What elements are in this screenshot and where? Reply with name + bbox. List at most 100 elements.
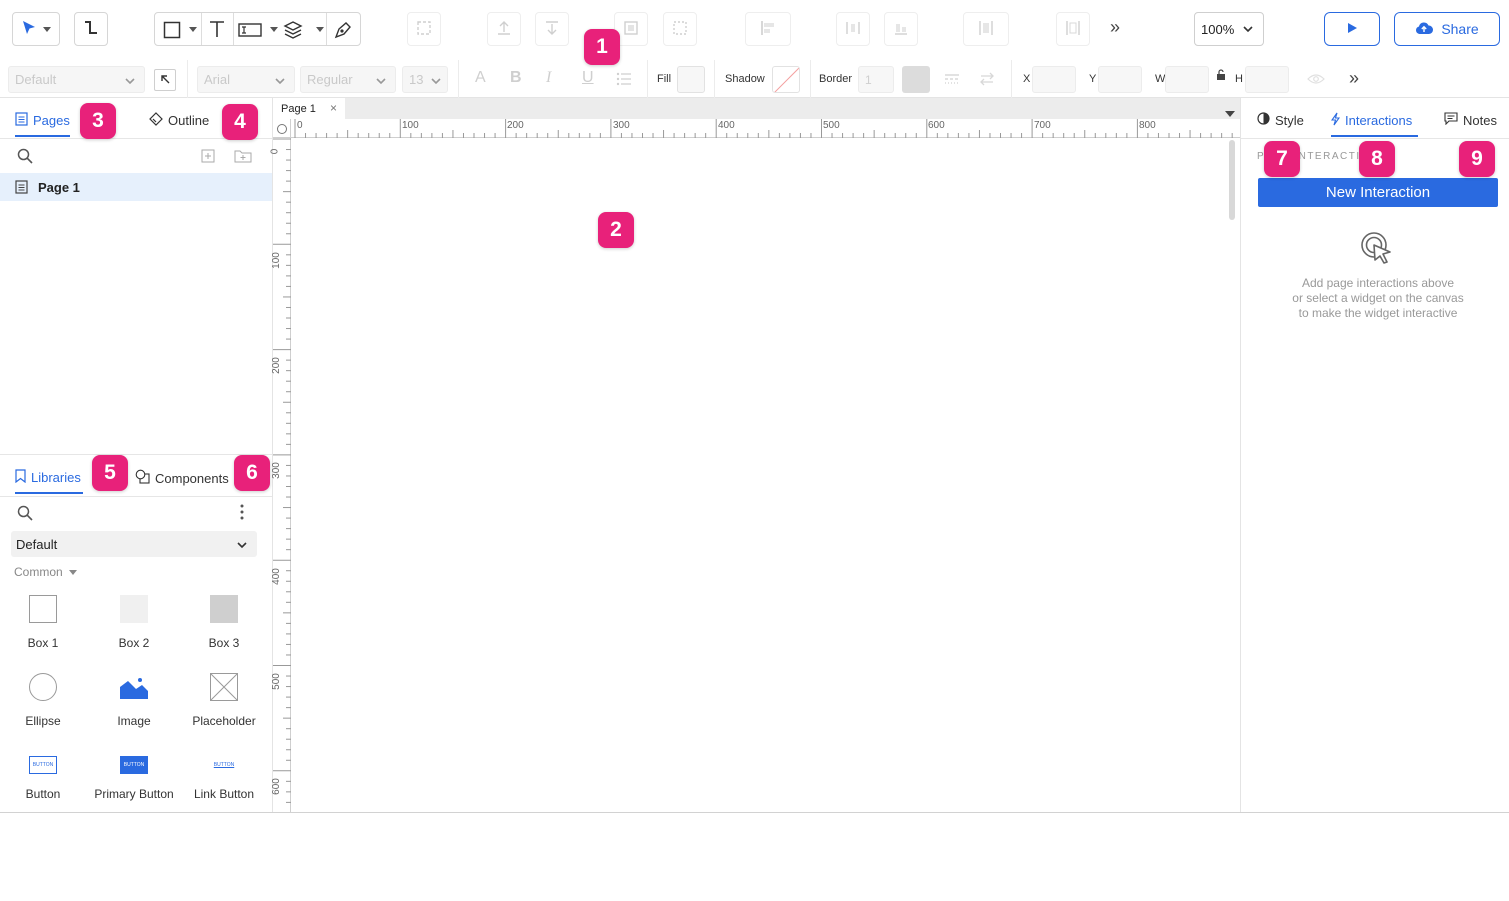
share-label: Share [1441,21,1479,37]
font-size-select[interactable]: 13 [402,66,448,93]
library-select[interactable]: Default [11,531,257,557]
chevron-down-icon[interactable] [270,27,278,32]
distribute-horizontal-icon [844,19,862,40]
text-tool-icon[interactable] [207,19,227,42]
fill-color-swatch[interactable] [677,66,705,93]
tab-outline[interactable]: Outline [149,112,209,129]
canvas-area[interactable]: Page 1 × 0 100 200 300 400 500 600 700 8… [269,98,1244,814]
spacing-button[interactable] [963,12,1009,46]
main-toolbar: » 100% Share [0,0,1509,60]
share-button[interactable]: Share [1394,12,1500,46]
italic-icon[interactable]: I [546,69,551,87]
font-weight-select[interactable]: Regular [300,66,396,93]
new-interaction-button[interactable]: New Interaction [1258,178,1498,207]
toolbar-more-button[interactable]: » [1110,17,1120,38]
tab-notes[interactable]: Notes [1444,112,1497,128]
layers-tool-icon[interactable] [283,20,303,43]
visibility-icon[interactable] [1307,72,1325,89]
preview-button[interactable] [1324,12,1380,46]
bring-front-button[interactable] [487,12,521,46]
tab-pages[interactable]: Pages [15,112,70,129]
ruler-corner[interactable] [273,119,291,138]
tab-components-label: Components [155,470,229,486]
fit-button[interactable] [1056,12,1090,46]
chevron-down-icon[interactable] [189,27,197,32]
group-button[interactable] [407,12,441,46]
distribute-horizontal-button[interactable] [836,12,870,46]
style-editor-button[interactable] [154,69,176,91]
chevron-down-icon[interactable] [316,27,324,32]
page-list-item[interactable]: Page 1 [0,173,272,201]
widget-image[interactable]: Image [89,673,179,728]
h-input[interactable] [1245,66,1289,93]
page-tab-label: Page 1 [281,102,316,115]
more-vertical-icon[interactable] [240,504,244,523]
click-target-icon [1360,231,1394,268]
cloud-upload-icon [1415,21,1434,38]
formatbar-more-button[interactable]: » [1349,68,1359,89]
page-list-item-label: Page 1 [38,179,80,195]
widget-label: Ellipse [25,714,61,728]
divider [714,60,715,98]
widget-primary-button[interactable]: BUTTON Primary Button [89,756,179,801]
tab-style[interactable]: Style [1257,112,1304,128]
add-folder-icon[interactable] [234,148,252,166]
border-arrows-icon[interactable] [979,71,995,90]
tab-page-1[interactable]: Page 1 × [273,98,345,119]
tab-components[interactable]: Components [135,469,229,487]
bold-icon[interactable]: B [510,69,522,87]
font-color-icon[interactable]: A [475,69,486,87]
border-color-swatch[interactable] [902,66,930,93]
library-group-header[interactable]: Common [14,565,77,579]
widget-box-2[interactable]: Box 2 [89,595,179,650]
ruler-label: 200 [507,120,524,131]
send-back-icon [543,19,561,40]
search-icon[interactable] [17,148,33,167]
w-input[interactable] [1165,66,1209,93]
w-label: W [1155,73,1166,85]
style-select[interactable]: Default [8,66,145,93]
ruler-label: 200 [270,357,282,374]
font-family-select[interactable]: Arial [197,66,295,93]
border-label: Border [819,73,853,85]
widget-placeholder[interactable]: Placeholder [179,672,269,728]
tab-libraries[interactable]: Libraries [15,469,81,486]
divider [326,13,327,45]
send-back-button[interactable] [535,12,569,46]
x-input[interactable] [1032,66,1076,93]
distribute-vertical-button[interactable] [884,12,918,46]
search-icon[interactable] [17,505,33,524]
pen-tool-icon[interactable] [333,20,353,43]
add-page-icon[interactable] [201,149,215,166]
rectangle-tool-icon[interactable] [163,21,181,42]
widget-button[interactable]: BUTTON Button [0,756,88,801]
y-input[interactable] [1098,66,1142,93]
x-label: X [1023,73,1031,85]
underline-icon[interactable]: U [582,69,594,87]
border-width-input[interactable]: 1 [858,66,894,93]
shadow-swatch[interactable] [772,66,800,93]
widget-label: Placeholder [192,714,256,728]
tab-interactions[interactable]: Interactions [1330,112,1412,129]
widget-box-1[interactable]: Box 1 [0,595,88,650]
bookmark-icon [15,469,26,486]
bullet-list-icon[interactable] [616,71,632,90]
widget-box-3[interactable]: Box 3 [179,595,269,650]
widget-ellipse[interactable]: Ellipse [0,673,88,728]
lock-icon[interactable] [1216,69,1226,84]
ruler-label: 100 [270,252,282,269]
canvas-scrollbar[interactable] [1229,140,1235,220]
interaction-help-text: Add page interactions above or select a … [1261,276,1495,321]
form-widget-tool-icon[interactable] [238,21,262,42]
ruler-label: 500 [823,120,840,131]
select-tool-button[interactable] [12,12,60,46]
zoom-select[interactable]: 100% [1194,12,1264,46]
workspace-bottom-border [0,812,1509,813]
ungroup-button[interactable] [663,12,697,46]
close-icon[interactable]: × [330,101,337,115]
design-canvas[interactable] [292,139,1240,812]
widget-link-button[interactable]: BUTTON Link Button [179,756,269,801]
align-button[interactable] [745,12,791,46]
border-style-icon[interactable] [944,71,960,90]
connector-tool-button[interactable] [74,12,108,46]
